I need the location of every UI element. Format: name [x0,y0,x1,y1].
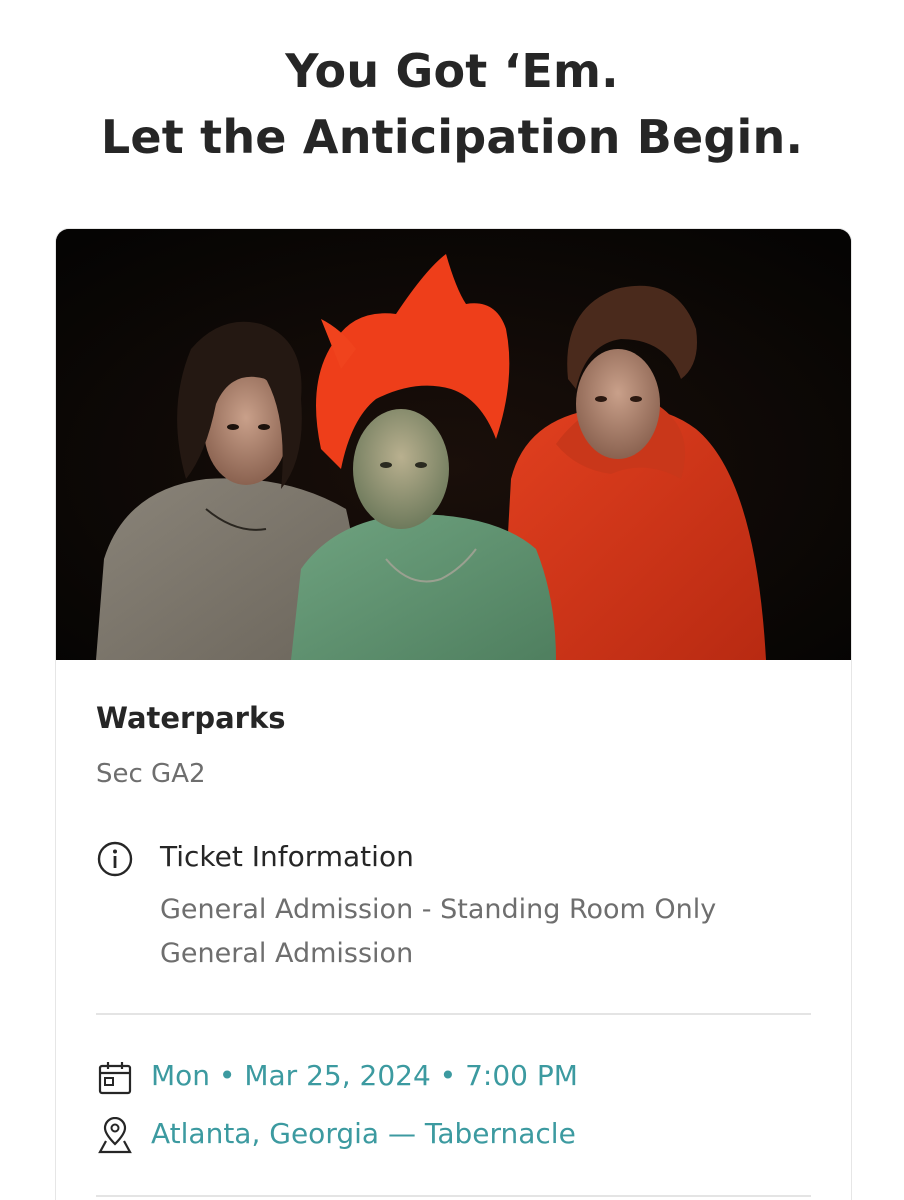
ticket-information-title: Ticket Information [160,840,414,873]
event-location[interactable]: Atlanta, Georgia — Tabernacle [151,1117,576,1150]
artist-name: Waterparks [96,701,286,735]
ticket-confirmation-page: You Got ‘Em. Let the Anticipation Begin. [0,0,904,1200]
headline-line-2: Let the Anticipation Begin. [100,110,804,164]
info-circle-icon [97,841,133,877]
headline-line-1: You Got ‘Em. [285,44,619,98]
calendar-icon [98,1062,132,1095]
divider [96,1195,811,1197]
map-pin-icon [98,1117,132,1154]
event-ticket-card[interactable]: Waterparks Sec GA2 Ticket Information Ge… [55,228,852,1200]
confirmation-headline: You Got ‘Em. Let the Anticipation Begin. [0,38,904,170]
divider [96,1013,811,1015]
artist-photo [56,229,851,660]
ticket-info-line-1: General Admission - Standing Room Only [160,894,717,925]
seat-section: Sec GA2 [96,759,206,789]
ticket-info-line-2: General Admission [160,938,414,969]
event-datetime[interactable]: Mon • Mar 25, 2024 • 7:00 PM [151,1059,578,1092]
